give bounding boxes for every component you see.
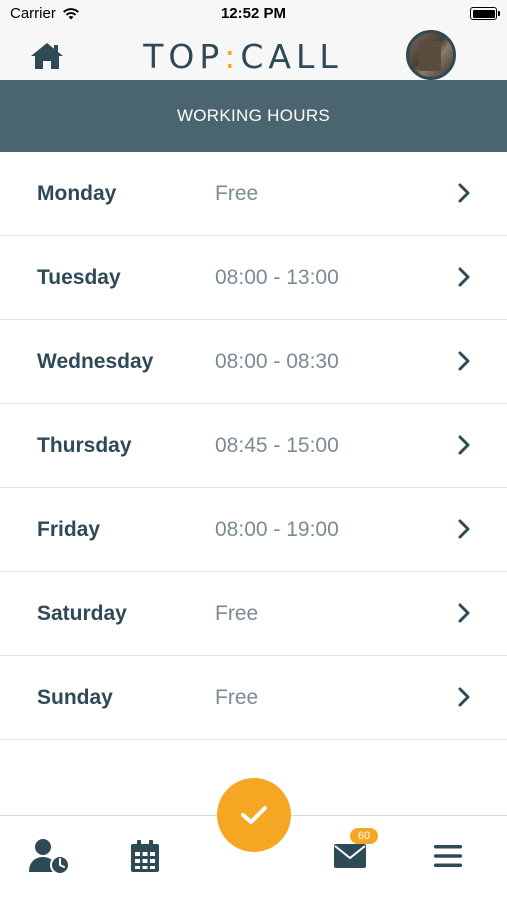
day-name: Wednesday — [37, 350, 154, 373]
day-row-sunday[interactable]: Sunday Free — [0, 656, 507, 740]
battery-icon — [470, 7, 500, 20]
day-name: Tuesday — [37, 266, 121, 289]
working-hours-list: Monday Free Tuesday 08:00 - 13:00 Wednes… — [0, 152, 507, 740]
day-row-saturday[interactable]: Saturday Free — [0, 572, 507, 656]
tab-availability[interactable] — [27, 836, 71, 876]
day-hours: 08:00 - 19:00 — [215, 518, 339, 541]
day-hours: 08:00 - 13:00 — [215, 266, 339, 289]
day-row-friday[interactable]: Friday 08:00 - 19:00 — [0, 488, 507, 572]
app-header: TOP:CALL — [0, 30, 507, 80]
chevron-right-icon — [458, 435, 470, 455]
tab-menu[interactable] — [426, 836, 470, 876]
day-hours: 08:45 - 15:00 — [215, 434, 339, 457]
check-icon — [241, 806, 267, 824]
day-name: Friday — [37, 518, 101, 541]
day-name: Saturday — [37, 602, 127, 625]
day-row-thursday[interactable]: Thursday 08:45 - 15:00 — [0, 404, 507, 488]
day-hours: 08:00 - 08:30 — [215, 350, 339, 373]
chevron-right-icon — [458, 351, 470, 371]
day-hours: Free — [215, 602, 259, 625]
calendar-icon — [131, 840, 159, 872]
chevron-right-icon — [458, 183, 470, 203]
status-bar: Carrier 12:52 PM — [0, 0, 507, 30]
tab-calendar[interactable] — [123, 836, 167, 876]
day-row-tuesday[interactable]: Tuesday 08:00 - 13:00 — [0, 236, 507, 320]
chevron-right-icon — [458, 519, 470, 539]
home-button[interactable] — [28, 40, 66, 72]
app-logo: TOP:CALL — [120, 36, 366, 76]
messages-badge: 60 — [350, 828, 378, 844]
user-clock-icon — [29, 839, 70, 874]
day-name: Sunday — [37, 686, 113, 709]
home-icon — [31, 43, 63, 69]
envelope-icon — [334, 844, 366, 868]
day-name: Thursday — [37, 434, 132, 457]
page-title-bar: WORKING HOURS — [0, 80, 507, 152]
avatar[interactable] — [406, 30, 456, 80]
day-name: Monday — [37, 182, 117, 205]
hamburger-menu-icon — [434, 845, 462, 867]
page-title: WORKING HOURS — [176, 106, 331, 125]
chevron-right-icon — [458, 267, 470, 287]
day-hours: Free — [215, 686, 259, 709]
status-time: 12:52 PM — [220, 5, 287, 22]
logo-text: TOP:CALL — [143, 36, 343, 76]
chevron-right-icon — [458, 603, 470, 623]
day-hours: Free — [215, 182, 259, 205]
chevron-right-icon — [458, 687, 470, 707]
confirm-button[interactable] — [217, 778, 291, 852]
day-row-wednesday[interactable]: Wednesday 08:00 - 08:30 — [0, 320, 507, 404]
day-row-monday[interactable]: Monday Free — [0, 152, 507, 236]
